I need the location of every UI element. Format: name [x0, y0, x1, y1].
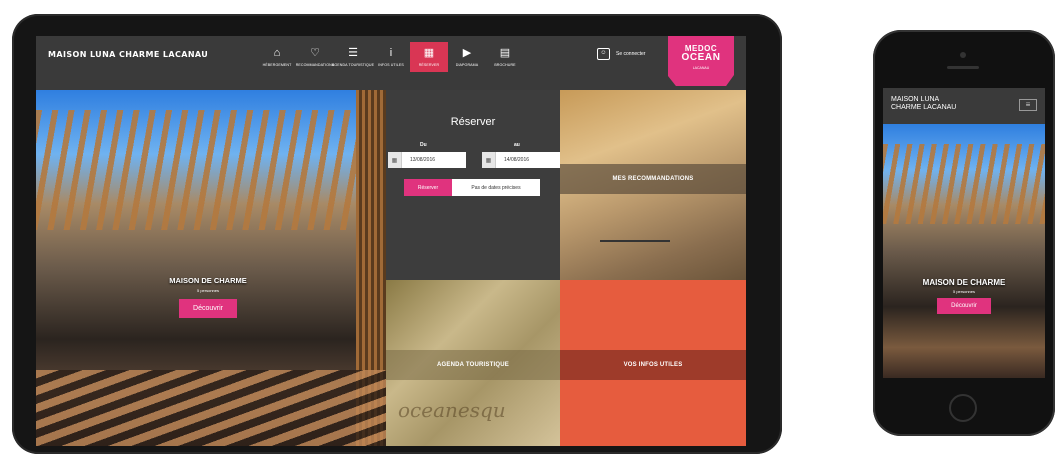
- document-icon: ▤: [499, 47, 511, 59]
- tile-recommendations-label: MES RECOMMANDATIONS: [560, 164, 746, 194]
- phone-title-line-2: CHARME LACANAU: [891, 104, 957, 111]
- reserve-submit-button[interactable]: Réserver: [404, 179, 452, 196]
- nav-label: DIAPORAMA: [455, 63, 479, 67]
- logo-line-3: LACANAU: [692, 66, 710, 70]
- nav-item-2[interactable]: ☰ AGENDA TOURISTIQUE: [331, 42, 375, 72]
- phone-speaker: [947, 66, 979, 69]
- pergola-graphic: [36, 110, 386, 230]
- hero-title: MAISON DE CHARME: [169, 276, 247, 285]
- hamburger-menu-icon[interactable]: ≡: [1019, 99, 1037, 111]
- rss-icon: ☰: [348, 47, 358, 59]
- user-icon: ☺: [597, 48, 610, 60]
- phone-hero-caption: MAISON DE CHARME 5 personnes Découvrir: [883, 278, 1045, 314]
- reservation-panel: Réserver Du au ▦ 13/08/2016 ▦ 14/08/2016…: [386, 90, 560, 280]
- calendar-icon: ▦: [388, 152, 402, 168]
- tablet-screen: MAISON LUNA CHARME LACANAU ⌂ HÉBERGEMENT ♡…: [36, 36, 746, 446]
- to-date-value: 14/08/2016: [504, 157, 530, 163]
- play-icon: ▶: [462, 47, 472, 59]
- site-title[interactable]: MAISON LUNA CHARME LACANAU: [48, 50, 208, 59]
- calendar-icon: ▦: [423, 47, 435, 59]
- deck-graphic: [36, 370, 386, 446]
- bicycle-graphic: [600, 240, 670, 266]
- reservation-title: Réserver: [450, 116, 496, 128]
- phone-device: MAISON LUNA CHARME LACANAU ≡ MAISON DE C…: [873, 30, 1055, 436]
- home-button[interactable]: [949, 394, 977, 422]
- heart-icon: ♡: [310, 47, 320, 59]
- tile-recommendations[interactable]: MES RECOMMANDATIONS: [560, 90, 746, 280]
- login-button[interactable]: ☺ Se connecter: [597, 48, 645, 60]
- nav-label: RÉSERVER: [418, 63, 440, 67]
- tile-infos[interactable]: VOS INFOS UTILES: [560, 280, 746, 446]
- from-date-field[interactable]: ▦ 13/08/2016: [388, 152, 466, 168]
- tile-agenda[interactable]: AGENDA TOURISTIQUE oceanesqu: [386, 280, 560, 446]
- pergola-graphic: [883, 144, 1045, 224]
- hero-subtitle: 5 personnes: [196, 288, 219, 293]
- no-dates-button[interactable]: Pas de dates précises: [452, 179, 540, 196]
- hero-image: MAISON DE CHARME 5 personnes Découvrir: [36, 90, 386, 446]
- nav-label: BROCHURE: [494, 63, 516, 67]
- nav-item-0[interactable]: ⌂ HÉBERGEMENT: [258, 42, 296, 72]
- phone-site-title[interactable]: MAISON LUNA CHARME LACANAU: [891, 96, 956, 112]
- nav-item-6[interactable]: ▤ BROCHURE: [486, 42, 524, 72]
- device-mockup-scene: MAISON LUNA CHARME LACANAU ⌂ HÉBERGEMENT ♡…: [0, 0, 1059, 461]
- from-date-value: 13/08/2016: [410, 157, 436, 163]
- tile-agenda-label: AGENDA TOURISTIQUE: [386, 350, 560, 380]
- nav-item-4[interactable]: ▦ RÉSERVER: [410, 42, 448, 72]
- nav-item-1[interactable]: ♡ RECOMMANDATIONS: [296, 42, 334, 72]
- logo-line-2: OCEAN: [681, 52, 721, 63]
- from-date-label: Du: [420, 142, 427, 148]
- phone-discover-button[interactable]: Découvrir: [937, 298, 991, 314]
- phone-hero-subtitle: 5 personnes: [952, 289, 975, 294]
- phone-title-line-1: MAISON LUNA: [891, 96, 940, 103]
- to-date-label: au: [514, 142, 520, 148]
- nav-label: RECOMMANDATIONS: [295, 63, 335, 67]
- nav-label: HÉBERGEMENT: [262, 63, 292, 67]
- phone-top-bar: MAISON LUNA CHARME LACANAU ≡: [883, 88, 1045, 124]
- home-icon: ⌂: [273, 47, 281, 59]
- phone-camera: [960, 52, 966, 58]
- calendar-icon: ▦: [482, 152, 496, 168]
- login-label: Se connecter: [616, 51, 646, 57]
- hero-caption: MAISON DE CHARME 5 personnes Découvrir: [148, 276, 268, 318]
- medoc-ocean-logo[interactable]: MEDOC OCEAN LACANAU: [668, 36, 734, 86]
- to-date-field[interactable]: ▦ 14/08/2016: [482, 152, 560, 168]
- phone-screen: MAISON LUNA CHARME LACANAU ≡ MAISON DE C…: [883, 88, 1045, 378]
- nav-item-5[interactable]: ▶ DIAPORAMA: [448, 42, 486, 72]
- nav-item-3[interactable]: i INFOS UTILES: [372, 42, 410, 72]
- tablet-device: MAISON LUNA CHARME LACANAU ⌂ HÉBERGEMENT ♡…: [12, 14, 782, 454]
- phone-hero-image: MAISON DE CHARME 5 personnes Découvrir: [883, 124, 1045, 378]
- info-icon: i: [389, 47, 393, 59]
- discover-button[interactable]: Découvrir: [179, 299, 237, 318]
- sand-writing: oceanesqu: [398, 398, 506, 422]
- main-nav: ⌂ HÉBERGEMENT ♡ RECOMMANDATIONS ☰ AGENDA TOUR…: [258, 42, 524, 72]
- nav-label: AGENDA TOURISTIQUE: [331, 63, 375, 67]
- nav-label: INFOS UTILES: [378, 63, 404, 67]
- phone-hero-title: MAISON DE CHARME: [922, 278, 1006, 287]
- tile-infos-label: VOS INFOS UTILES: [560, 350, 746, 380]
- top-navigation-bar: MAISON LUNA CHARME LACANAU ⌂ HÉBERGEMENT ♡…: [36, 36, 746, 90]
